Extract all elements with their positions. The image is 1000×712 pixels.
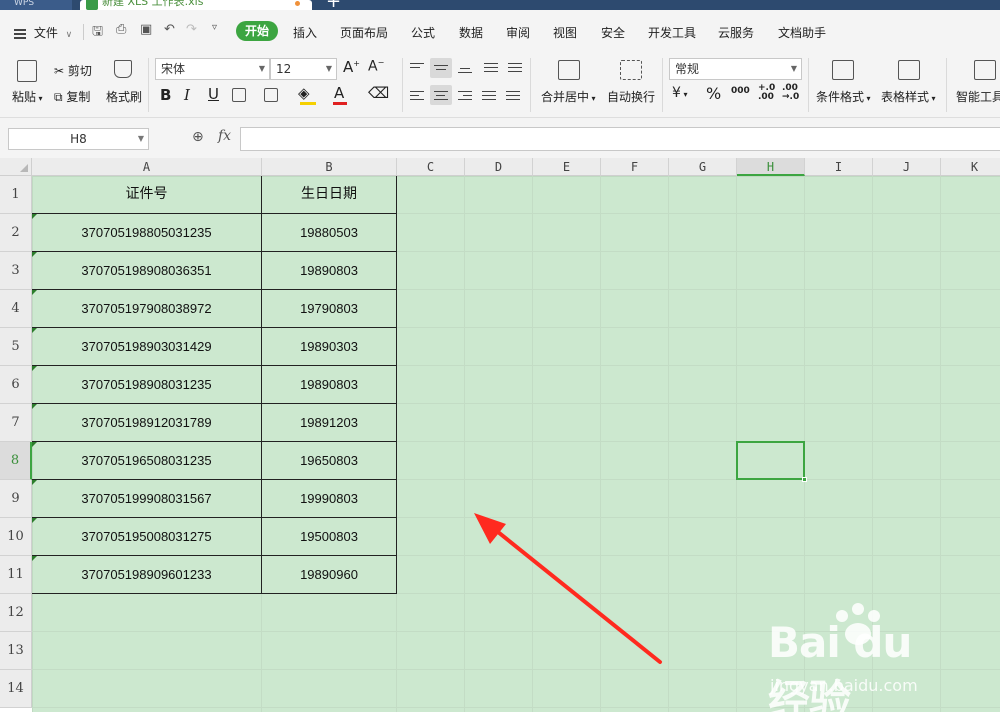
red-arrow-shaft	[486, 522, 662, 664]
baidu-jingyan-watermark: Bai du 经验 jingyan.baidu.com	[760, 600, 960, 712]
watermark-logo-text: Bai du 经验	[768, 618, 912, 712]
red-arrow-head	[474, 513, 506, 544]
watermark-url: jingyan.baidu.com	[770, 676, 918, 695]
